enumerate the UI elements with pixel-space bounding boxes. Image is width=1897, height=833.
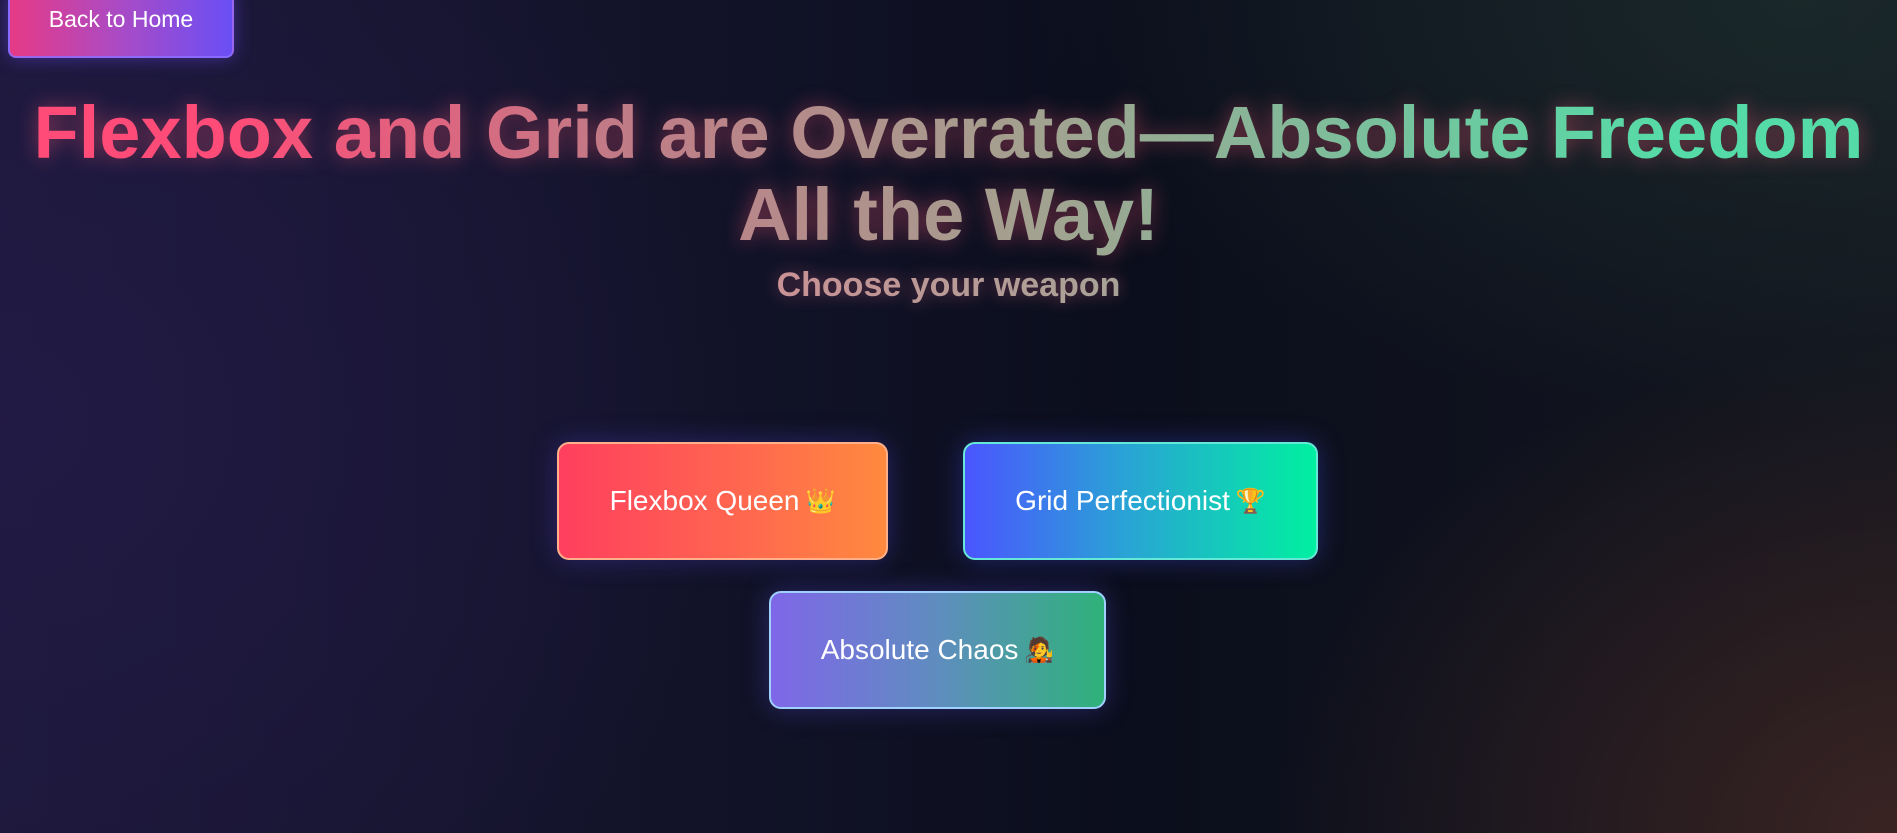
chaos-person-icon: 🧑‍🎤 xyxy=(1024,636,1055,664)
absolute-chaos-button[interactable]: Absolute Chaos 🧑‍🎤 xyxy=(769,591,1106,709)
back-to-home-label: Back to Home xyxy=(48,6,194,32)
page-title: Flexbox and Grid are Overrated—Absolute … xyxy=(0,92,1897,256)
crown-icon: 👑 xyxy=(805,487,836,515)
flexbox-queen-label: Flexbox Queen xyxy=(609,485,800,516)
flexbox-queen-button[interactable]: Flexbox Queen 👑 xyxy=(557,442,888,560)
back-to-home-button[interactable]: Back to Home xyxy=(8,0,234,58)
absolute-chaos-label: Absolute Chaos xyxy=(820,634,1019,665)
page-subtitle: Choose your weapon xyxy=(0,266,1897,305)
grid-perfectionist-button[interactable]: Grid Perfectionist 🏆 xyxy=(963,442,1318,560)
trophy-icon: 🏆 xyxy=(1235,487,1266,515)
grid-perfectionist-label: Grid Perfectionist xyxy=(1015,485,1230,516)
